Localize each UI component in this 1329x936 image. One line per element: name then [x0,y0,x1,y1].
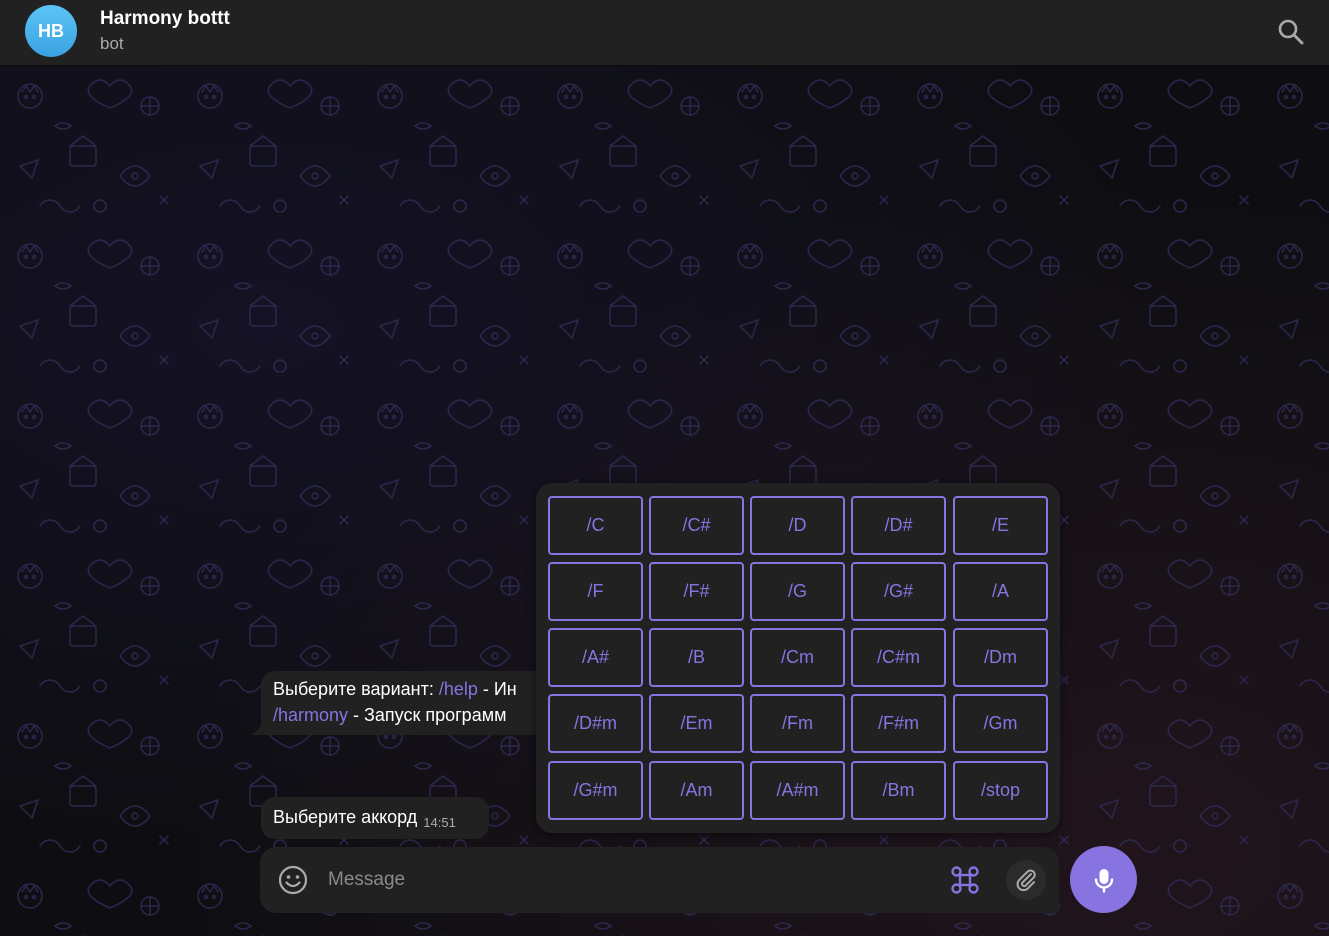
chat-header: HB Harmony bottt bot [0,0,1329,66]
message-text: Выберите вариант: [273,679,439,699]
message-text: - Ин [477,679,517,699]
search-icon[interactable] [1276,17,1306,47]
harmony-command-link[interactable]: /harmony [273,705,348,725]
chord-button-g-sharp-m[interactable]: /G#m [548,761,643,820]
chord-button-gm[interactable]: /Gm [953,694,1048,753]
chord-button-em[interactable]: /Em [649,694,744,753]
chord-button-f[interactable]: /F [548,562,643,621]
message-input[interactable] [328,865,928,895]
chord-button-c-sharp-m[interactable]: /C#m [851,628,946,687]
chord-button-a-sharp[interactable]: /A# [548,628,643,687]
paperclip-icon[interactable] [1006,860,1046,900]
chord-button-d-sharp-m[interactable]: /D#m [548,694,643,753]
message-text: - Запуск программ [348,705,507,725]
message-text: Выберите аккорд [273,807,418,827]
chat-status: bot [100,34,124,53]
chord-button-bm[interactable]: /Bm [851,761,946,820]
help-command-link[interactable]: /help [439,679,478,699]
message-bubble: Выберите аккорд 14:51 [261,797,489,839]
avatar[interactable]: HB [25,5,77,57]
microphone-icon[interactable] [1070,846,1137,913]
chord-button-c-sharp[interactable]: /C# [649,496,744,555]
message-bubble: Выберите вариант: /help - Ин /harmony - … [261,671,581,735]
chord-button-cm[interactable]: /Cm [750,628,845,687]
chord-button-a[interactable]: /A [953,562,1048,621]
message-composer [260,847,1059,913]
chord-button-dm[interactable]: /Dm [953,628,1048,687]
chord-button-fm[interactable]: /Fm [750,694,845,753]
chord-button-f-sharp[interactable]: /F# [649,562,744,621]
chord-button-b[interactable]: /B [649,628,744,687]
emoji-icon[interactable] [276,863,310,897]
message-time: 14:51 [423,815,456,830]
chord-button-d[interactable]: /D [750,496,845,555]
chord-button-am[interactable]: /Am [649,761,744,820]
bot-keyboard: /C /C# /D /D# /E /F /F# /G /G# /A /A# /B… [536,483,1060,833]
stop-button[interactable]: /stop [953,761,1048,820]
chord-button-e[interactable]: /E [953,496,1048,555]
bubble-tail [251,721,263,735]
chord-button-g[interactable]: /G [750,562,845,621]
chat-title[interactable]: Harmony bottt [100,8,230,30]
chord-button-a-sharp-m[interactable]: /A#m [750,761,845,820]
chord-button-g-sharp[interactable]: /G# [851,562,946,621]
chord-button-d-sharp[interactable]: /D# [851,496,946,555]
chord-button-c[interactable]: /C [548,496,643,555]
command-icon[interactable] [948,863,982,897]
chord-button-f-sharp-m[interactable]: /F#m [851,694,946,753]
